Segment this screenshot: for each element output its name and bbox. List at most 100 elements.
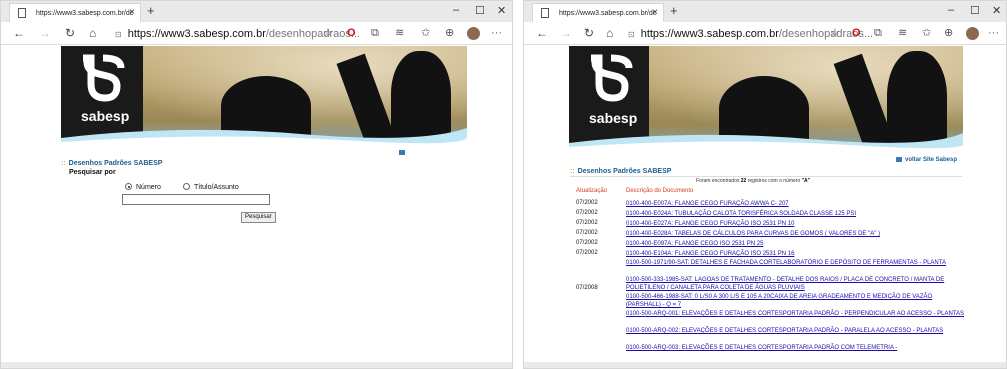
- lock-icon: ⊡: [628, 30, 635, 39]
- more-icon[interactable]: ···: [988, 26, 999, 40]
- star-icon[interactable]: ☆: [830, 26, 840, 40]
- sabesp-banner: sabesp: [61, 46, 467, 146]
- maximize-button[interactable]: ☐: [970, 4, 980, 17]
- radio-selected-icon[interactable]: [125, 183, 132, 190]
- divider: [570, 176, 962, 177]
- section-title: :: Desenhos Padrões SABESP: [61, 160, 163, 167]
- status-bar: [1, 362, 512, 368]
- results-query: "A": [801, 178, 810, 184]
- document-link[interactable]: 0100-500-333-1985-SAT: LAGOAS DE TRATAME…: [626, 276, 966, 292]
- browser-window-search: https://www3.sabesp.com.br/dc × + – ☐ ✕ …: [0, 0, 513, 369]
- tab-close-icon[interactable]: ×: [129, 7, 135, 18]
- radio-unselected-icon[interactable]: [183, 183, 190, 190]
- lock-icon: ⊡: [115, 30, 122, 39]
- sabesp-logo-mark-icon: [83, 54, 125, 102]
- home-icon[interactable]: ⌂: [606, 26, 613, 40]
- opera-icon[interactable]: O: [852, 26, 861, 40]
- column-header-description: Descrição do Documento: [626, 188, 694, 194]
- logo-text: sabesp: [81, 108, 130, 124]
- sabesp-logo-mark-icon: [591, 54, 633, 102]
- document-link[interactable]: 0100-400-E007A: FLANGE CEGO FURAÇÃO AWWA…: [626, 200, 966, 208]
- extension-icon[interactable]: ⧉: [874, 26, 882, 40]
- search-heading: Pesquisar por: [69, 169, 116, 176]
- voltar-label: voltar Site Sabesp: [905, 157, 958, 164]
- reload-icon[interactable]: ↻: [584, 26, 594, 40]
- maximize-button[interactable]: ☐: [475, 4, 485, 17]
- tab-bar: https://www3.sabesp.com.br/dc × + – ☐ ✕: [1, 1, 512, 22]
- address-toolbar: ← → ↻ ⌂ ⊡ https://www3.sabesp.com.br/dese…: [524, 22, 1006, 45]
- row-date: 07/2008: [576, 285, 598, 291]
- tab-title: https://www3.sabesp.com.br/dc: [36, 10, 134, 17]
- column-header-date: Atualização: [576, 188, 608, 194]
- page-content: sabesp voltar Site Sabesp :: Desenhos Pad…: [524, 46, 1006, 368]
- radio-titulo[interactable]: Título/Assunto: [183, 183, 239, 191]
- more-icon[interactable]: ···: [491, 26, 502, 40]
- profile-avatar[interactable]: [966, 27, 979, 40]
- search-button[interactable]: Pesquisar: [241, 212, 276, 223]
- url-path: /desenhopadraos...: [265, 28, 361, 40]
- document-link[interactable]: 0100-400-E027A: FLANGE CEGO FURAÇÃO ISO …: [626, 220, 966, 228]
- extension-icon-2[interactable]: ≋: [395, 26, 404, 40]
- results-count-text: Foram encontrados 22 registros com o núm…: [696, 178, 810, 184]
- row-date: 07/2002: [576, 210, 598, 216]
- url-host: https://www3.sabesp.com.br: [127, 28, 266, 40]
- back-icon[interactable]: ←: [536, 26, 548, 40]
- star-icon[interactable]: ☆: [323, 26, 333, 40]
- banner-wave: [61, 128, 467, 146]
- logo-text: sabesp: [589, 110, 638, 126]
- voltar-site-link[interactable]: [399, 150, 408, 156]
- profile-avatar[interactable]: [467, 27, 480, 40]
- search-input[interactable]: [122, 194, 270, 205]
- tab-bar: https://www3.sabesp.com.br/dc × + – ☐ ✕: [524, 1, 1006, 22]
- status-bar: [524, 362, 1006, 368]
- document-link[interactable]: 0100-400-E097A: FLANGE CEGO ISO 2531 PN …: [626, 240, 966, 248]
- collections-icon[interactable]: ⊕: [445, 26, 454, 40]
- reload-icon[interactable]: ↻: [65, 26, 75, 40]
- page-icon: [18, 8, 26, 18]
- address-toolbar: ← → ↻ ⌂ ⊡ https://www3.sabesp.com.br/dese…: [1, 22, 512, 45]
- home-icon[interactable]: ⌂: [89, 26, 96, 40]
- close-window-button[interactable]: ✕: [992, 4, 1001, 17]
- browser-tab[interactable]: https://www3.sabesp.com.br/dc ×: [532, 3, 664, 22]
- section-prefix: ::: [61, 160, 66, 167]
- new-tab-button[interactable]: +: [670, 3, 678, 18]
- document-link[interactable]: 0100-400-E104A: FLANGE CEGO FURAÇÃO ISO …: [626, 250, 966, 258]
- forward-icon[interactable]: →: [560, 26, 572, 40]
- results-count: 22: [740, 178, 747, 184]
- new-tab-button[interactable]: +: [147, 3, 155, 18]
- favorites-icon[interactable]: ✩: [421, 26, 430, 40]
- favorites-icon[interactable]: ✩: [922, 26, 931, 40]
- banner-wave: [569, 133, 963, 151]
- page-content: sabesp :: Desenhos Padrões SABESP Pesquis…: [1, 46, 512, 368]
- forward-icon[interactable]: →: [39, 26, 51, 40]
- row-date: 07/2002: [576, 220, 598, 226]
- close-window-button[interactable]: ✕: [497, 4, 506, 17]
- voltar-site-link[interactable]: voltar Site Sabesp: [896, 157, 957, 163]
- home-small-icon: [896, 157, 902, 162]
- page-icon: [541, 8, 549, 18]
- section-title: :: Desenhos Padrões SABESP: [570, 168, 672, 175]
- radio-numero[interactable]: Número: [125, 183, 161, 191]
- results-table: 07/2002 0100-400-E007A: FLANGE CEGO FURAÇ…: [576, 200, 966, 368]
- document-link[interactable]: 0100-500-ARQ-002: ELEVAÇÕES E DETALHES C…: [626, 327, 966, 335]
- browser-tab[interactable]: https://www3.sabesp.com.br/dc ×: [9, 3, 141, 22]
- section-prefix: ::: [570, 168, 575, 175]
- row-date: 07/2002: [576, 230, 598, 236]
- home-small-icon: [399, 150, 405, 155]
- document-link[interactable]: 0100-400-E028A: TABELAS DE CÁLCULOS PARA…: [626, 230, 966, 238]
- document-link[interactable]: 0100-500-1971/90-SAT: DETALHES E FACHADA…: [626, 259, 966, 267]
- minimize-button[interactable]: –: [453, 4, 459, 16]
- collections-icon[interactable]: ⊕: [944, 26, 953, 40]
- extension-icon-2[interactable]: ≋: [898, 26, 907, 40]
- back-icon[interactable]: ←: [13, 26, 25, 40]
- document-link[interactable]: 0100-500-ARQ-003: ELEVAÇÕES E DETALHES C…: [626, 344, 966, 352]
- document-link[interactable]: 0100-400-E024A: TUBULAÇÃO CALOTA TORISFÉ…: [626, 210, 966, 218]
- sabesp-banner: sabesp: [569, 46, 963, 151]
- document-link[interactable]: 0100-500-ARQ-001: ELEVAÇÕES E DETALHES C…: [626, 310, 966, 318]
- minimize-button[interactable]: –: [948, 4, 954, 16]
- row-date: 07/2002: [576, 200, 598, 206]
- extension-icon[interactable]: ⧉: [371, 26, 379, 40]
- document-link[interactable]: 0100-500-466-1988-SAT: 0 L/S0 A 300 L/S …: [626, 293, 966, 309]
- opera-icon[interactable]: O: [347, 26, 356, 40]
- tab-close-icon[interactable]: ×: [652, 7, 658, 18]
